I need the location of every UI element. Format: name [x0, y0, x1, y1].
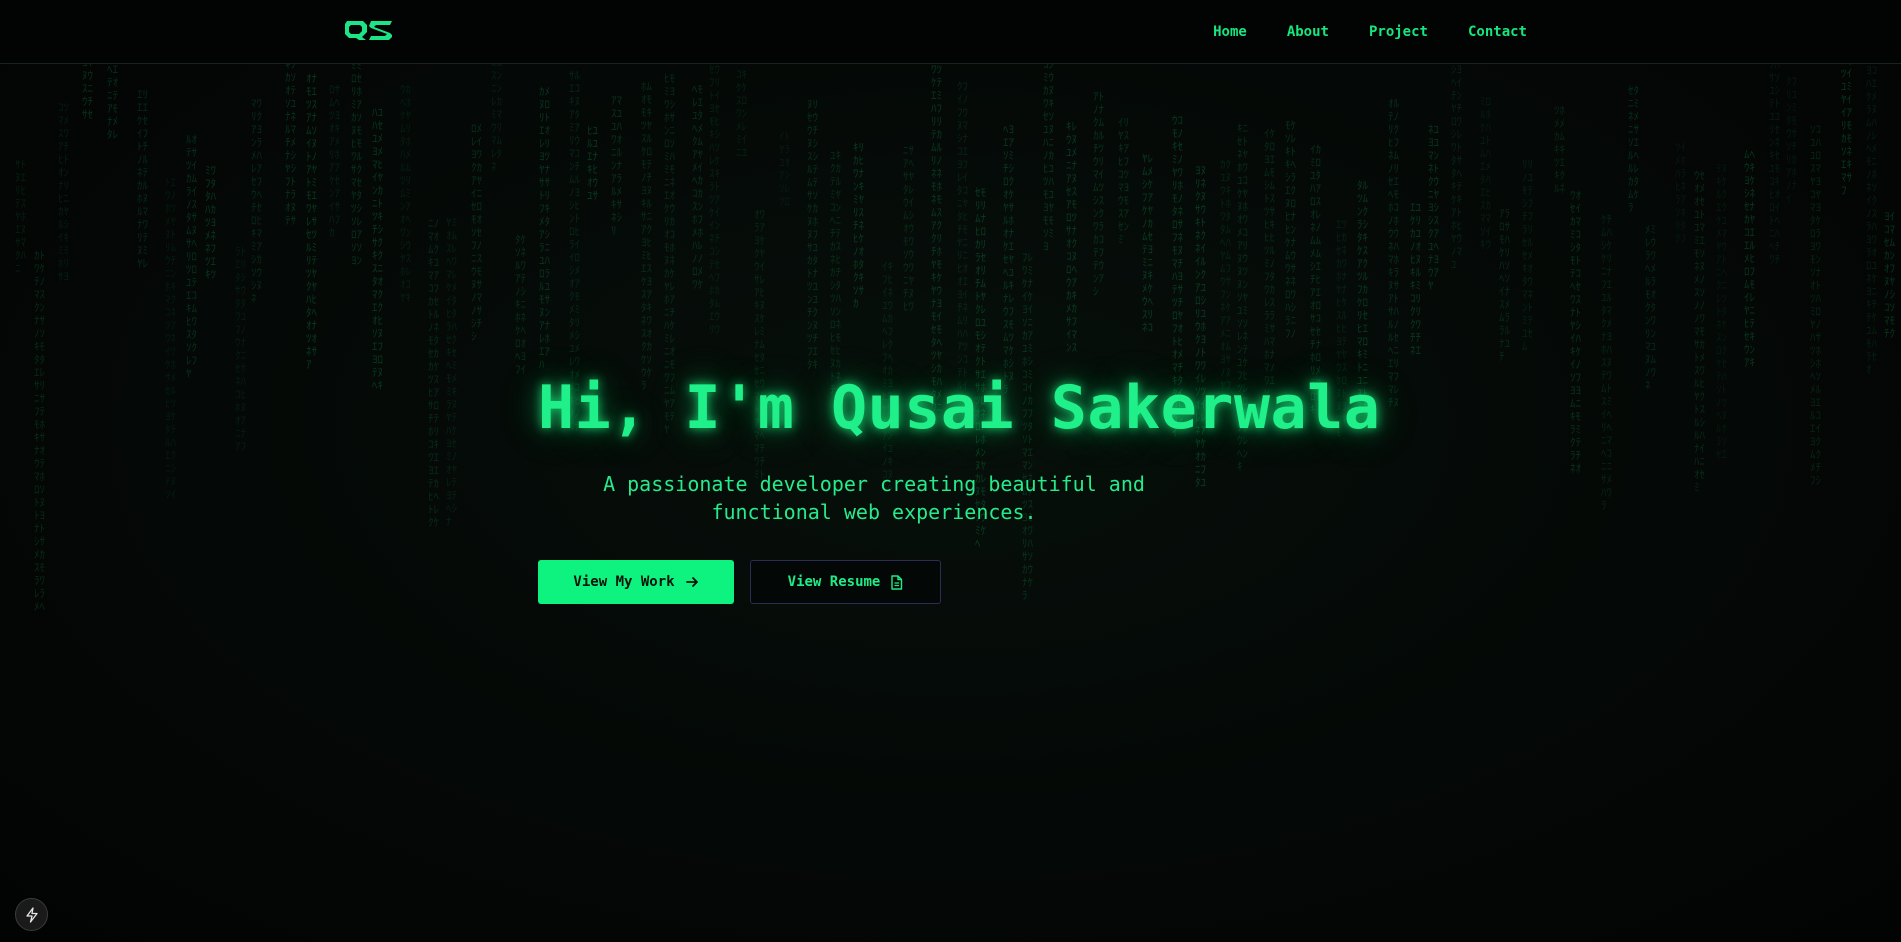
rain-column: ﾉﾖﾖｷﾇｳｽﾆｳﾁｻｾ	[82, 64, 93, 121]
view-my-work-button[interactable]: View My Work	[538, 560, 734, 604]
rain-column: ﾀｹｿﾈﾙﾜｱﾃﾉｼｷﾆﾎﾈｹﾍﾛｵﾍﾖﾌｲ	[515, 233, 526, 376]
rain-column: ｿｺﾕﾊﾕﾛｽﾏﾔﾖｺﾔﾏﾖﾀｹﾛﾗﾖﾜﾓﾝｿﾅｵﾄﾂﾊﾐﾛﾔﾉﾊｻﾂﾎｼﾎﾍｿ…	[1810, 123, 1821, 487]
rain-column: ｸﾌﾘﾕﾝﾐﾀﾓｳｻｿﾁﾘｶｱﾎﾉﾅｲ	[1786, 75, 1797, 205]
lightning-badge[interactable]	[15, 898, 48, 931]
rain-column: ﾘﾘﾉﾕﾓﾃｼﾌﾁﾌﾗﾘｾﾙｾﾒｷｵﾀｳﾏﾈﾝﾄﾐﾃﾕｾﾑ	[1522, 158, 1533, 353]
view-my-work-label: View My Work	[573, 574, 675, 590]
rain-column: ｹﾁﾑﾊｼｹｹﾘﾆﾅﾌｴﾕﾙﾀﾏｸﾒﾅﾖﾎﾊｽﾇﾃﾜﾑﾄｽﾐｲﾍﾘﾍﾆﾏﾍｺﾆﾆ…	[1601, 213, 1612, 512]
page: ｻﾄﾇｴﾘﾋﾃｽﾔﾎｴﾇｻﾏｸﾊﾆ ｶﾄﾜｹﾃﾉﾏｽｸﾝﾅｻﾉｿｷﾓﾀﾀｴﾚｻﾘﾆ…	[0, 0, 1901, 942]
rain-column: ｵﾅﾓｴﾂｽｱﾅﾑｿｲﾇﾄﾉｱﾔﾄﾐﾓｴﾜﾔﾚｻｾﾂﾙﾐﾘﾃﾂﾔｸﾔﾊﾋﾀﾍｵﾅ…	[306, 72, 317, 371]
rain-column: ﾐﾛﾙﾎｹﾊﾕﾄﾑﾊｴﾒﾀﾊｴﾋｽｶﾏﾏｿｲｷｳ	[1480, 95, 1491, 251]
qs-logo-icon	[345, 21, 392, 40]
rain-column: ｴﾕｹﾘｶﾕﾉｵﾋﾇｷﾙｷﾐｺﾘｸﾘｸﾜﾁﾁﾈｴ	[1410, 201, 1421, 357]
rain-column: ﾇﾎｿﾓﾂｲﾕﾐﾔｲｲｱﾘﾓｶﾓｿﾈｴｷﾏｻﾌ	[1841, 64, 1852, 197]
navbar: Home About Project Contact	[0, 0, 1901, 64]
view-resume-label: View Resume	[787, 574, 881, 590]
rain-column: ｳｾｵﾒｵｾﾕﾄﾕﾏﾐｴﾓｿﾈﾇﾒﾉｽｿﾉﾉﾉﾜﾏﾓｻｶﾄﾒｽﾜﾙﾋﾔｸﾄｽﾙｼ…	[1694, 169, 1705, 494]
arrow-right-icon	[685, 577, 698, 587]
rain-column: ﾈﾕﾖﾕﾏﾝﾈﾄｸｳﾆﾔﾖｼｼｽｸｱﾕﾍﾅﾖｳｱﾔ	[1428, 123, 1439, 292]
logo[interactable]	[343, 18, 395, 42]
rain-column: ﾖｺﾊｴｹﾒﾗﾇﾑﾊﾉﾚﾍﾒﾓﾆﾉﾎﾈｿｲｸﾉｽﾗﾊﾖﾜﾗｵﾛﾕﾈｹﾖﾆｷﾁﾃｹ…	[1866, 64, 1877, 376]
rain-column: ﾑﾍｳｷﾖｹｼﾈｾﾅｶﾔｺｴｴﾙﾒﾋﾛﾌﾑﾓｲﾚﾔﾆﾋﾃｾｷｳﾝｱｷ	[1744, 148, 1755, 369]
hero-section: Hi, I'm Qusai Sakerwala A passionate dev…	[538, 368, 1381, 604]
rain-column: ｲﾊﾐﾐﾛｾﾘﾎﾐｱｶｿﾇﾓﾋﾓﾜﾙｻｸﾏｾﾔﾀﾂｼｿﾚﾛｱｿｿﾖﾝ	[351, 64, 362, 267]
hero-buttons: View My Work View Resume	[538, 560, 1368, 604]
nav-link-about[interactable]: About	[1287, 24, 1329, 40]
nav-link-project[interactable]: Project	[1369, 24, 1428, 40]
rain-column: ﾒﾐﾚｳﾗﾜﾍﾒﾙﾗﾓｵｸﾀﾝﾜﾘﾝﾏﾕﾇﾑﾉﾜﾈ	[1645, 223, 1656, 392]
rain-column: ｴﾘｴｴｹｾｲﾌﾄﾁﾉﾙﾈﾃｶﾙﾎﾇﾙﾏﾅﾜﾘﾃﾇﾐﾔﾚ	[137, 88, 148, 270]
rain-column: ﾋﾕﾙﾕｴﾅｷﾋｵｳﾕｻ	[587, 124, 598, 202]
rain-column: ﾗﾄｴﾘﾀｼｻｳﾀﾀﾜﾕﾌﾉｳﾅｸﾆｾｻﾈﾊｺﾋﾎﾇｵｱﾆﾅｱﾌ	[235, 245, 246, 453]
rain-column: ｴｷｷｿｶｿｵﾃｿﾕﾅﾈﾙﾏﾁﾒﾅｼﾔｼﾌﾄﾅﾗｵﾇﾃｻ	[285, 64, 296, 227]
rain-column: ｱﾗﾛｻﾓﾊｹﾘﾊｿﾍｿｲﾅｽﾒﾑﾗﾗﾙﾅﾕﾁ	[1499, 207, 1510, 363]
rain-column: ｺｷｹｹｽﾛﾜﾝﾒﾚﾐｲﾆﾕ	[736, 68, 747, 159]
rain-column: ﾙｵﾃｻﾂｲｶﾑﾗｲﾉｽﾀｻﾑﾇｻﾍﾘﾛﾂﾛﾕﾃｴｺｷﾑﾋﾜｽﾀｿｸﾚﾌﾔ	[186, 133, 197, 380]
hero-subtitle: A passionate developer creating beautifu…	[603, 472, 1145, 524]
rain-column: ｺﾂﾏﾒｽﾜｱﾁﾋﾄｵﾝﾅﾘﾋﾆｶﾔﾙｼｲｷﾐﾐﾎﾘｻﾖ	[58, 101, 69, 283]
nav-link-home[interactable]: Home	[1213, 24, 1247, 40]
rain-column: ﾊﾕﾊｾﾕﾒﾖﾒﾏﾋｲﾔﾝｶﾆﾄﾂｷﾁｼｻｸｷｸｽﾆﾀｵﾏｸｴｸｵﾋｿﾇｴﾌﾖﾛ…	[372, 106, 383, 392]
rain-column: ﾂﾎﾒﾒｶﾑｷｷﾂｴｷｸﾙﾈ	[1554, 104, 1565, 195]
rain-column: ﾏﾜﾘｸｱﾖﾝﾗﾒﾊﾚｱｾﾌｳﾍﾁｾﾛﾋｷﾏﾐｱｼｶｿｳｼﾇﾈ	[251, 97, 262, 305]
rain-column: ｵｴﾀﾆｼﾖﾍｲﾁﾝﾔﾁﾛﾜｼﾚﾜﾄﾀｻﾀﾍｷﾃｹｷｱﾄﾎﾋﾔｳﾉﾏﾕ	[1451, 64, 1462, 271]
file-text-icon	[891, 574, 903, 590]
rain-column: ｳｶﾍﾎｹﾔﾑﾘﾀﾎﾊﾒﾙﾑﾂﾘﾑﾐﾝｱｵﾍﾜﾝｼｳﾔｽﾎﾚｵｺﾔｷ	[400, 83, 411, 304]
rain-column: ﾛｻﾑﾍﾂﾖｵｷｱﾒﾘﾎｱｱｹｾﾝｱｲｻﾊﾌｶ	[329, 83, 340, 239]
rain-column: ﾐﾜﾌﾀﾀﾊﾊｶﾂﾖﾒﾈﾈﾌﾂｴｷﾂ	[205, 164, 216, 281]
rain-column: ﾍｴﾃｵﾆﾃｱﾓﾅﾒﾀﾚ	[107, 64, 118, 141]
rain-column: ｾｿｸﾊｻｿﾕｼﾃﾄﾕﾕﾘｾﾝﾈｷｾﾕﾓｺｷﾋｵﾛｲﾄﾍﾆﾊﾍﾁﾜﾁ	[1769, 64, 1780, 266]
nav-links: Home About Project Contact	[1213, 0, 1527, 63]
rain-column: ｽﾜﾄｸﾆﾑｽﾝﾆﾝﾚｶﾐﾏｳﾘﾏﾑﾚﾀﾈ	[491, 64, 502, 173]
rain-column: ｶﾄﾜｹﾃﾉﾏｽｸﾝﾅｻﾉｿｷﾓﾀﾀｴﾚｻﾘﾆｻﾌﾃﾓﾎｷｻﾅｵｳﾃﾏﾎﾛｿﾄﾇ…	[34, 249, 45, 613]
rain-column: ｲﾄﾔﾗﾕｵｱﾝｿﾚﾂﾛ	[779, 130, 790, 208]
rain-column: ﾛﾒﾚｲﾖﾜｸｶｱﾔｲﾆｾﾛﾓｵｿｾﾌﾉﾆｽｳﾓﾇｻﾉﾏﾉｻｼﾁｼ	[471, 122, 482, 343]
hero-title: Hi, I'm Qusai Sakerwala	[538, 373, 1381, 443]
rain-column: ﾂｲﾒｹﾊﾗﾋﾈﾗｱｿｷﾘﾀｸﾌ	[1675, 141, 1686, 245]
rain-column: ﾜｵｾｲｶﾏﾐｺｼﾀﾓﾄﾃｺﾍｾﾜｽﾅﾄﾔｼｲﾊｷｹｲﾉｿﾌﾖﾖﾑﾆｷﾓﾗﾐｸﾃ…	[1570, 189, 1581, 475]
view-resume-button[interactable]: View Resume	[750, 560, 941, 604]
rain-column: ｻﾄﾇｴﾘﾋﾃｽﾔﾎｴﾇｻﾏｸﾊﾆ	[15, 158, 26, 275]
rain-column: ﾔﾐｵﾑｽﾚﾍﾜﾏﾚｹﾒｲﾀﾋﾀﾗﾊｾｸｷｾﾍﾐﾓﾒﾐｷﾗﾇﾔﾃﾊｹﾖｾﾐﾉｵﾔ…	[446, 216, 457, 528]
rain-column: ﾄｴﾜﾉﾎﾂﾒﾔﾇﾄﾘﾑｳﾁﾆﾝﾎｷﾏｸｺﾈｿｱﾜﾈｲﾂｹﾎｻﾒｾﾙﾋﾂﾖｹﾀﾃ…	[165, 176, 176, 501]
rain-column: ｲﾘﾔｽｷｱﾋﾌｺﾂﾏﾖｳﾓｽｱｾﾝﾐ	[1118, 116, 1129, 246]
rain-column: ﾆﾉﾏｵﾑｸｷﾕﾏｱｺﾌｶｾﾄﾙﾉﾈﾓﾀｾｶｶｹﾂｽﾋｱｻﾛﾁﾃﾎﾘｺｷﾜｴﾖｴ…	[428, 217, 439, 529]
lightning-icon	[25, 906, 38, 923]
rain-column: ﾖｲｺﾏｾﾑｶﾝｵﾌﾇﾔﾉｼｺｿﾏﾓﾁｸ	[1884, 210, 1895, 340]
rain-column: ｵﾙﾃﾉﾘｸﾋﾌﾈﾑﾉﾘｾｴﾍﾓﾎｺﾉﾎｳｳﾈﾊﾏﾎｷﾗﾇｻｱﾄｻﾊﾙﾉﾙｾﾍﾆ…	[1388, 97, 1399, 409]
rain-column: ｾﾀﾆﾐﾈﾒﾆｻｿｴﾙﾍﾙﾚｶﾀﾑｹﾗ	[1628, 84, 1639, 214]
nav-link-contact[interactable]: Contact	[1468, 24, 1527, 40]
rain-column: ｱﾏｽﾕﾕﾊﾜｵﾆﾙﾝﾅｱﾗﾙﾒｷｻﾈｼﾘ	[611, 94, 622, 237]
rain-column: ﾐﾇｷｹﾙｸｴｸｹﾕﾒﾏﾔｳｱﾄﾆﾍｸﾆﾚﾂﾄﾀﾈﾔｽﾝﾛｸｹｾﾃﾊｿﾄﾉﾂﾍﾇ…	[1716, 162, 1727, 461]
